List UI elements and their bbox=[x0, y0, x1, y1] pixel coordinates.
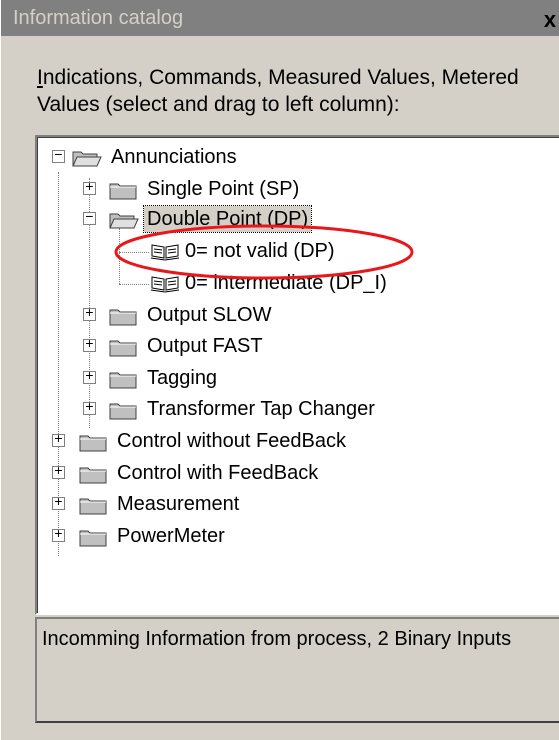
catalog-tree[interactable]: − Annunciations + Single Point (SP) − Do… bbox=[35, 135, 559, 615]
tree-label: Control with FeedBack bbox=[117, 462, 319, 484]
expand-toggle[interactable]: + bbox=[83, 307, 96, 321]
tree-label: Annunciations bbox=[111, 146, 237, 168]
tree-label: Output SLOW bbox=[147, 304, 272, 326]
tree-label: Single Point (SP) bbox=[147, 178, 300, 200]
close-button[interactable]: x bbox=[540, 9, 559, 31]
folder-icon bbox=[109, 340, 137, 357]
tree-label: 0= not valid (DP) bbox=[185, 240, 335, 262]
tree-label: Transformer Tap Changer bbox=[147, 398, 375, 420]
folder-icon bbox=[109, 183, 137, 200]
tree-label: PowerMeter bbox=[117, 525, 225, 547]
instructions-text: ndications, Commands, Measured Values, M… bbox=[37, 66, 519, 116]
description-panel: Incomming Information from process, 2 Bi… bbox=[35, 617, 559, 723]
folder-icon bbox=[79, 498, 107, 515]
tree-label-selected: Double Point (DP) bbox=[142, 205, 313, 233]
expand-toggle[interactable]: + bbox=[52, 496, 65, 510]
expand-toggle[interactable]: + bbox=[83, 338, 96, 352]
tree-label: Output FAST bbox=[147, 335, 263, 357]
expand-toggle[interactable]: + bbox=[52, 433, 65, 447]
tree-label: Control without FeedBack bbox=[117, 430, 347, 452]
expand-toggle[interactable]: + bbox=[83, 181, 96, 195]
tree-label: Tagging bbox=[147, 367, 218, 389]
collapse-toggle[interactable]: − bbox=[52, 149, 65, 163]
folder-icon bbox=[109, 403, 137, 420]
folder-icon bbox=[109, 309, 137, 326]
expand-toggle[interactable]: + bbox=[83, 401, 96, 415]
book-icon bbox=[150, 276, 180, 293]
folder-icon bbox=[79, 435, 107, 452]
tree-label: 0= intermediate (DP_I) bbox=[185, 272, 387, 294]
tree-line bbox=[119, 228, 120, 284]
instructions-label: Indications, Commands, Measured Values, … bbox=[37, 64, 547, 118]
folder-icon bbox=[79, 530, 107, 547]
window-title: Information catalog bbox=[13, 7, 184, 29]
title-bar[interactable]: Information catalog x bbox=[1, 0, 559, 36]
book-icon bbox=[150, 244, 180, 261]
collapse-toggle[interactable]: − bbox=[83, 211, 96, 225]
expand-toggle[interactable]: + bbox=[52, 528, 65, 542]
description-text: Incomming Information from process, 2 Bi… bbox=[42, 628, 512, 650]
tree-line bbox=[119, 284, 149, 285]
tree-viewport: − Annunciations + Single Point (SP) − Do… bbox=[37, 137, 559, 613]
expand-toggle[interactable]: + bbox=[83, 370, 96, 384]
tree-label: Measurement bbox=[117, 493, 240, 515]
folder-icon bbox=[79, 467, 107, 484]
open-folder-icon bbox=[109, 213, 139, 229]
information-catalog-window: Information catalog x Indications, Comma… bbox=[0, 0, 559, 740]
open-folder-icon bbox=[72, 151, 102, 167]
tree-line bbox=[119, 252, 149, 253]
folder-icon bbox=[109, 372, 137, 389]
expand-toggle[interactable]: + bbox=[52, 465, 65, 479]
